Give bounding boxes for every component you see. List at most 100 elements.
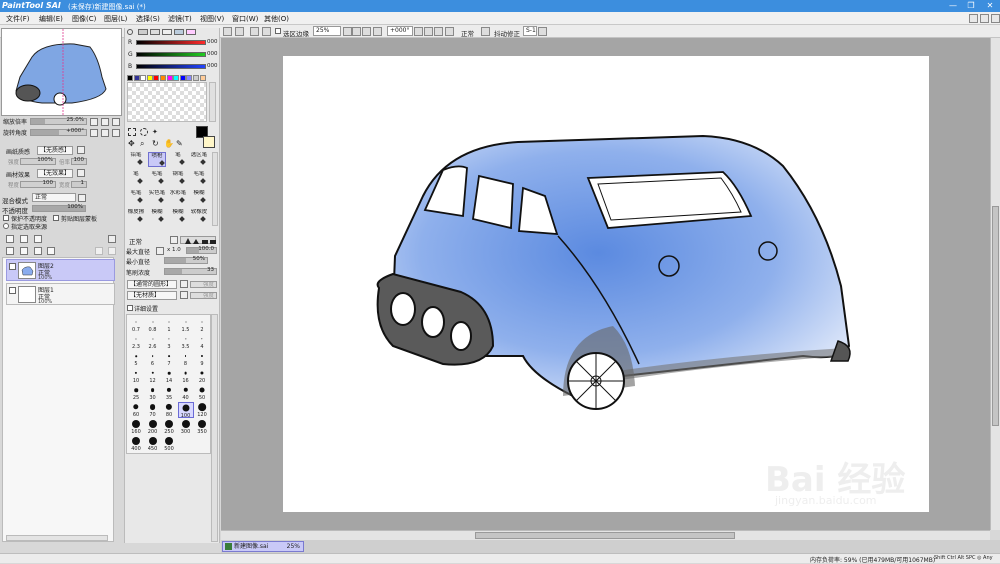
width-slider[interactable]: 1 [71,180,87,188]
brush-size-8[interactable]: 8 [178,351,194,367]
brush-size-1.5[interactable]: 1.5 [178,317,194,333]
brush-size-0.8[interactable]: 0.8 [145,317,161,333]
new-raster-layer-icon[interactable] [20,235,28,243]
mode-dropdown-button[interactable] [481,27,490,36]
blue-slider[interactable] [136,64,206,69]
nav-rotate-reset-button[interactable] [112,129,120,137]
brush-size-70[interactable]: 70 [145,402,161,418]
color-swatch[interactable] [140,75,147,81]
blend-mode-dropdown[interactable] [78,194,86,202]
swatch-panel-icon[interactable] [162,29,172,35]
color-swatch[interactable] [166,75,173,81]
restore-button[interactable]: ❐ [962,0,980,12]
canvas-vscroll[interactable] [990,38,1000,530]
brush-size-60[interactable]: 60 [128,402,144,418]
brush-texture-strength[interactable]: 强度 [190,292,217,299]
tool-0-3[interactable]: 选区笔 [190,152,208,167]
brush-size-35[interactable]: 35 [161,385,177,401]
color-swatch[interactable] [173,75,180,81]
nav-zoom-out-button[interactable] [90,118,98,126]
rgb-slider-icon[interactable] [138,29,148,35]
swatch-scrollbar[interactable] [209,82,216,122]
deselect-button[interactable] [250,27,259,36]
tool-3-1[interactable]: 模糊 [148,209,166,224]
brush-size-30[interactable]: 30 [145,385,161,401]
rect-select-icon[interactable] [128,128,136,136]
brush-size-40[interactable]: 40 [178,385,194,401]
rotate-reset-button[interactable] [434,27,443,36]
menu-view[interactable]: 视图(V) [200,14,224,24]
brush-mode-dropdown[interactable] [170,236,178,244]
min-size-slider[interactable]: 50% [164,256,208,264]
brush-size-200[interactable]: 200 [145,419,161,435]
brush-size-2.6[interactable]: 2.6 [145,334,161,350]
tool-2-3[interactable]: 模糊 [190,190,208,205]
tool-2-1[interactable]: 实色笔 [148,190,166,205]
tool-grid-scrollbar[interactable] [212,152,218,226]
rotate-right-button[interactable] [424,27,433,36]
background-color[interactable] [203,136,215,148]
green-value[interactable]: 000 [207,51,218,57]
tool-3-2[interactable]: 模糊 [169,209,187,224]
tool-0-1[interactable]: 喷枪 [148,152,166,167]
brush-texture-select[interactable]: 【无材质】 [127,291,177,300]
brush-size-2[interactable]: 2 [194,317,210,333]
brush-size-scrollbar[interactable] [211,314,218,542]
menu-file[interactable]: 文件(F) [6,14,30,24]
copy-layer-icon[interactable] [6,247,14,255]
brush-size-25[interactable]: 25 [128,385,144,401]
paper-texture-dropdown[interactable] [77,146,85,154]
hand-icon[interactable]: ✋ [164,140,174,148]
green-slider[interactable] [136,52,206,57]
zoom-dropdown-button[interactable] [343,27,352,36]
blend-mode-select[interactable]: 正常 [32,193,76,202]
flip-button[interactable] [445,27,454,36]
layer-item-2[interactable]: 图层2 正常 100% [6,259,115,281]
paper-texture-select[interactable]: 【无质感】 [37,146,73,155]
brush-size-6[interactable]: 6 [145,351,161,367]
color-swatch[interactable] [133,75,140,81]
stabilizer-field[interactable]: S-1 [523,26,537,36]
brush-size-120[interactable]: 120 [194,402,210,418]
zoom-field[interactable]: 25% [313,26,341,36]
magnification-slider[interactable]: 100 [71,157,87,165]
mdi-close-button[interactable] [991,14,1000,23]
document-tab[interactable]: 新建图像.sai 25% [222,541,304,552]
clip-group-checkbox[interactable] [53,215,59,221]
density-slider[interactable]: 33 [164,267,217,275]
brush-size-4[interactable]: 4 [194,334,210,350]
eyedropper-icon[interactable]: ✎ [176,140,184,148]
nav-zoom-reset-button[interactable] [112,118,120,126]
brush-size-80[interactable]: 80 [161,402,177,418]
intermediate-color-icon[interactable] [186,29,196,35]
invert-selection-button[interactable] [262,27,271,36]
canvas-hscroll-thumb[interactable] [475,532,735,539]
red-slider[interactable] [136,40,206,45]
color-swatch[interactable] [160,75,166,81]
paper-effect-dropdown[interactable] [77,169,85,177]
degree-slider[interactable]: 100 [20,180,56,188]
lasso-icon[interactable] [140,128,148,136]
zoom-out-button[interactable] [352,27,361,36]
new-layer-icon[interactable] [6,235,14,243]
brush-size-350[interactable]: 350 [194,419,210,435]
brush-shape-dropdown[interactable] [180,280,188,288]
detail-settings-checkbox[interactable] [127,305,133,311]
stabilizer-dropdown-button[interactable] [538,27,547,36]
protect-opacity-checkbox[interactable] [3,215,9,221]
swatch-grid[interactable] [127,82,207,122]
brush-size-2.3[interactable]: 2.3 [128,334,144,350]
brush-size-160[interactable]: 160 [128,419,144,435]
nav-zoom-in-button[interactable] [101,118,109,126]
tool-2-0[interactable]: 毛笔 [127,190,145,205]
zoom-slider[interactable]: 25.0% [30,117,87,125]
apply-mask-icon[interactable] [108,247,116,255]
color-swatch[interactable] [186,75,193,81]
brush-shape-strength[interactable]: 强度 [190,281,217,288]
menu-select[interactable]: 选择(S) [136,14,160,24]
brush-shape-select[interactable]: 【通常的圆形】 [127,280,177,289]
tool-3-3[interactable]: 软橡皮 [190,209,208,224]
tool-1-3[interactable]: 毛笔 [190,171,208,186]
brush-size-250[interactable]: 250 [161,419,177,435]
brush-size-400[interactable]: 400 [128,436,144,452]
